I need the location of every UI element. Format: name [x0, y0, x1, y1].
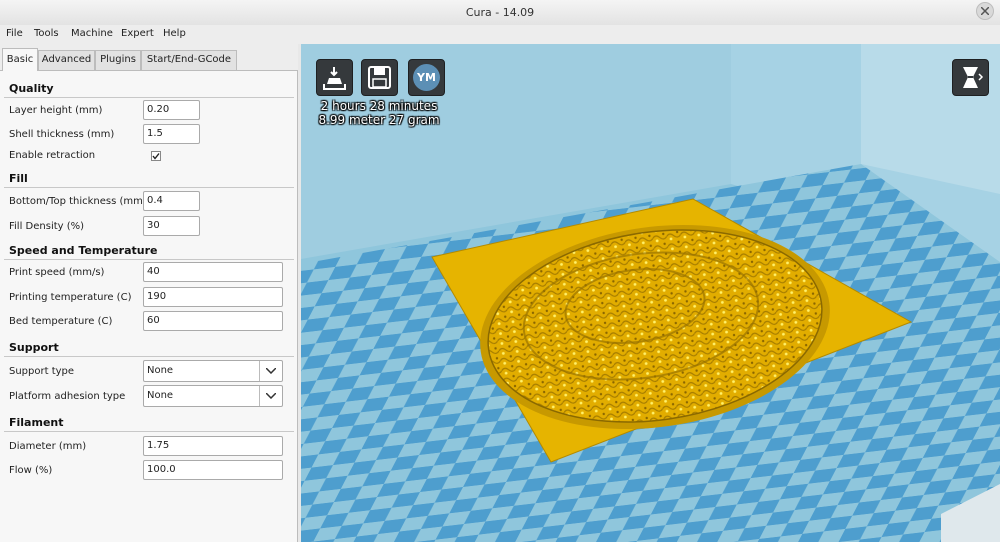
print-material-text: 8.99 meter 27 gram: [318, 113, 440, 127]
chevron-down-icon: [266, 393, 276, 399]
print-time-text: 2 hours 28 minutes: [320, 99, 438, 113]
fill-density-label: Fill Density (%): [9, 221, 85, 232]
fill-density-input[interactable]: 30: [143, 216, 200, 236]
support-type-select[interactable]: None: [143, 360, 283, 382]
section-support: Support: [9, 341, 59, 354]
support-type-label: Support type: [9, 366, 75, 377]
diameter-input[interactable]: 1.75: [143, 436, 283, 456]
menu-help[interactable]: Help: [163, 28, 186, 39]
bed-temperature-input[interactable]: 60: [143, 311, 283, 331]
section-speed-temperature: Speed and Temperature: [9, 244, 158, 257]
view-mode-button[interactable]: [952, 59, 989, 96]
shell-thickness-label: Shell thickness (mm): [9, 129, 115, 140]
flow-label: Flow (%): [9, 465, 53, 476]
title-bar: Cura - 14.09: [0, 0, 1000, 26]
dropdown-arrow[interactable]: [259, 386, 282, 406]
menu-bar: File Tools Machine Expert Help: [0, 25, 1000, 44]
menu-machine[interactable]: Machine: [71, 28, 113, 39]
menu-tools[interactable]: Tools: [34, 28, 59, 39]
save-gcode-icon: [368, 66, 391, 89]
menu-expert[interactable]: Expert: [121, 28, 154, 39]
window-title: Cura - 14.09: [465, 6, 535, 19]
divider: [4, 187, 294, 188]
shell-thickness-input[interactable]: 1.5: [143, 124, 200, 144]
print-speed-input[interactable]: 40: [143, 262, 283, 282]
youmagine-icon: YM: [413, 64, 440, 91]
layer-height-input[interactable]: 0.20: [143, 100, 200, 120]
diameter-label: Diameter (mm): [9, 441, 87, 452]
chevron-down-icon: [266, 368, 276, 374]
tab-basic[interactable]: Basic: [2, 48, 38, 71]
support-type-value: None: [147, 365, 174, 376]
bottom-top-thickness-input[interactable]: 0.4: [143, 191, 200, 211]
layer-height-label: Layer height (mm): [9, 105, 103, 116]
menu-file[interactable]: File: [6, 28, 23, 39]
settings-panel: Quality Layer height (mm) 0.20 Shell thi…: [0, 70, 298, 542]
enable-retraction-checkbox[interactable]: [151, 151, 161, 161]
tab-advanced[interactable]: Advanced: [38, 50, 95, 70]
close-icon: [981, 7, 989, 15]
youmagine-button[interactable]: YM: [408, 59, 445, 96]
print-speed-label: Print speed (mm/s): [9, 267, 105, 278]
platform-adhesion-value: None: [147, 390, 174, 401]
save-gcode-button[interactable]: [361, 59, 398, 96]
flow-input[interactable]: 100.0: [143, 460, 283, 480]
printing-temperature-label: Printing temperature (C): [9, 292, 132, 303]
load-model-icon: [323, 67, 346, 90]
close-button[interactable]: [976, 2, 994, 20]
dropdown-arrow[interactable]: [259, 361, 282, 381]
section-filament: Filament: [9, 416, 64, 429]
divider: [4, 356, 294, 357]
divider: [4, 97, 294, 98]
tab-start-end-gcode[interactable]: Start/End-GCode: [141, 50, 237, 70]
tab-plugins[interactable]: Plugins: [95, 50, 141, 70]
bottom-top-thickness-label: Bottom/Top thickness (mm): [9, 196, 147, 207]
printing-temperature-input[interactable]: 190: [143, 287, 283, 307]
load-model-button[interactable]: [316, 59, 353, 96]
section-quality: Quality: [9, 82, 54, 95]
section-fill: Fill: [9, 172, 28, 185]
divider: [4, 259, 294, 260]
settings-tabs: Basic Advanced Plugins Start/End-GCode: [0, 48, 300, 71]
3d-viewport[interactable]: YM 2 hours 28 minutes 8.99 meter 27 gram: [301, 44, 1000, 542]
platform-adhesion-label: Platform adhesion type: [9, 391, 126, 402]
divider: [4, 431, 294, 432]
platform-adhesion-select[interactable]: None: [143, 385, 283, 407]
view-mode-icon: [963, 67, 984, 88]
enable-retraction-label: Enable retraction: [9, 150, 96, 161]
bed-temperature-label: Bed temperature (C): [9, 316, 113, 327]
